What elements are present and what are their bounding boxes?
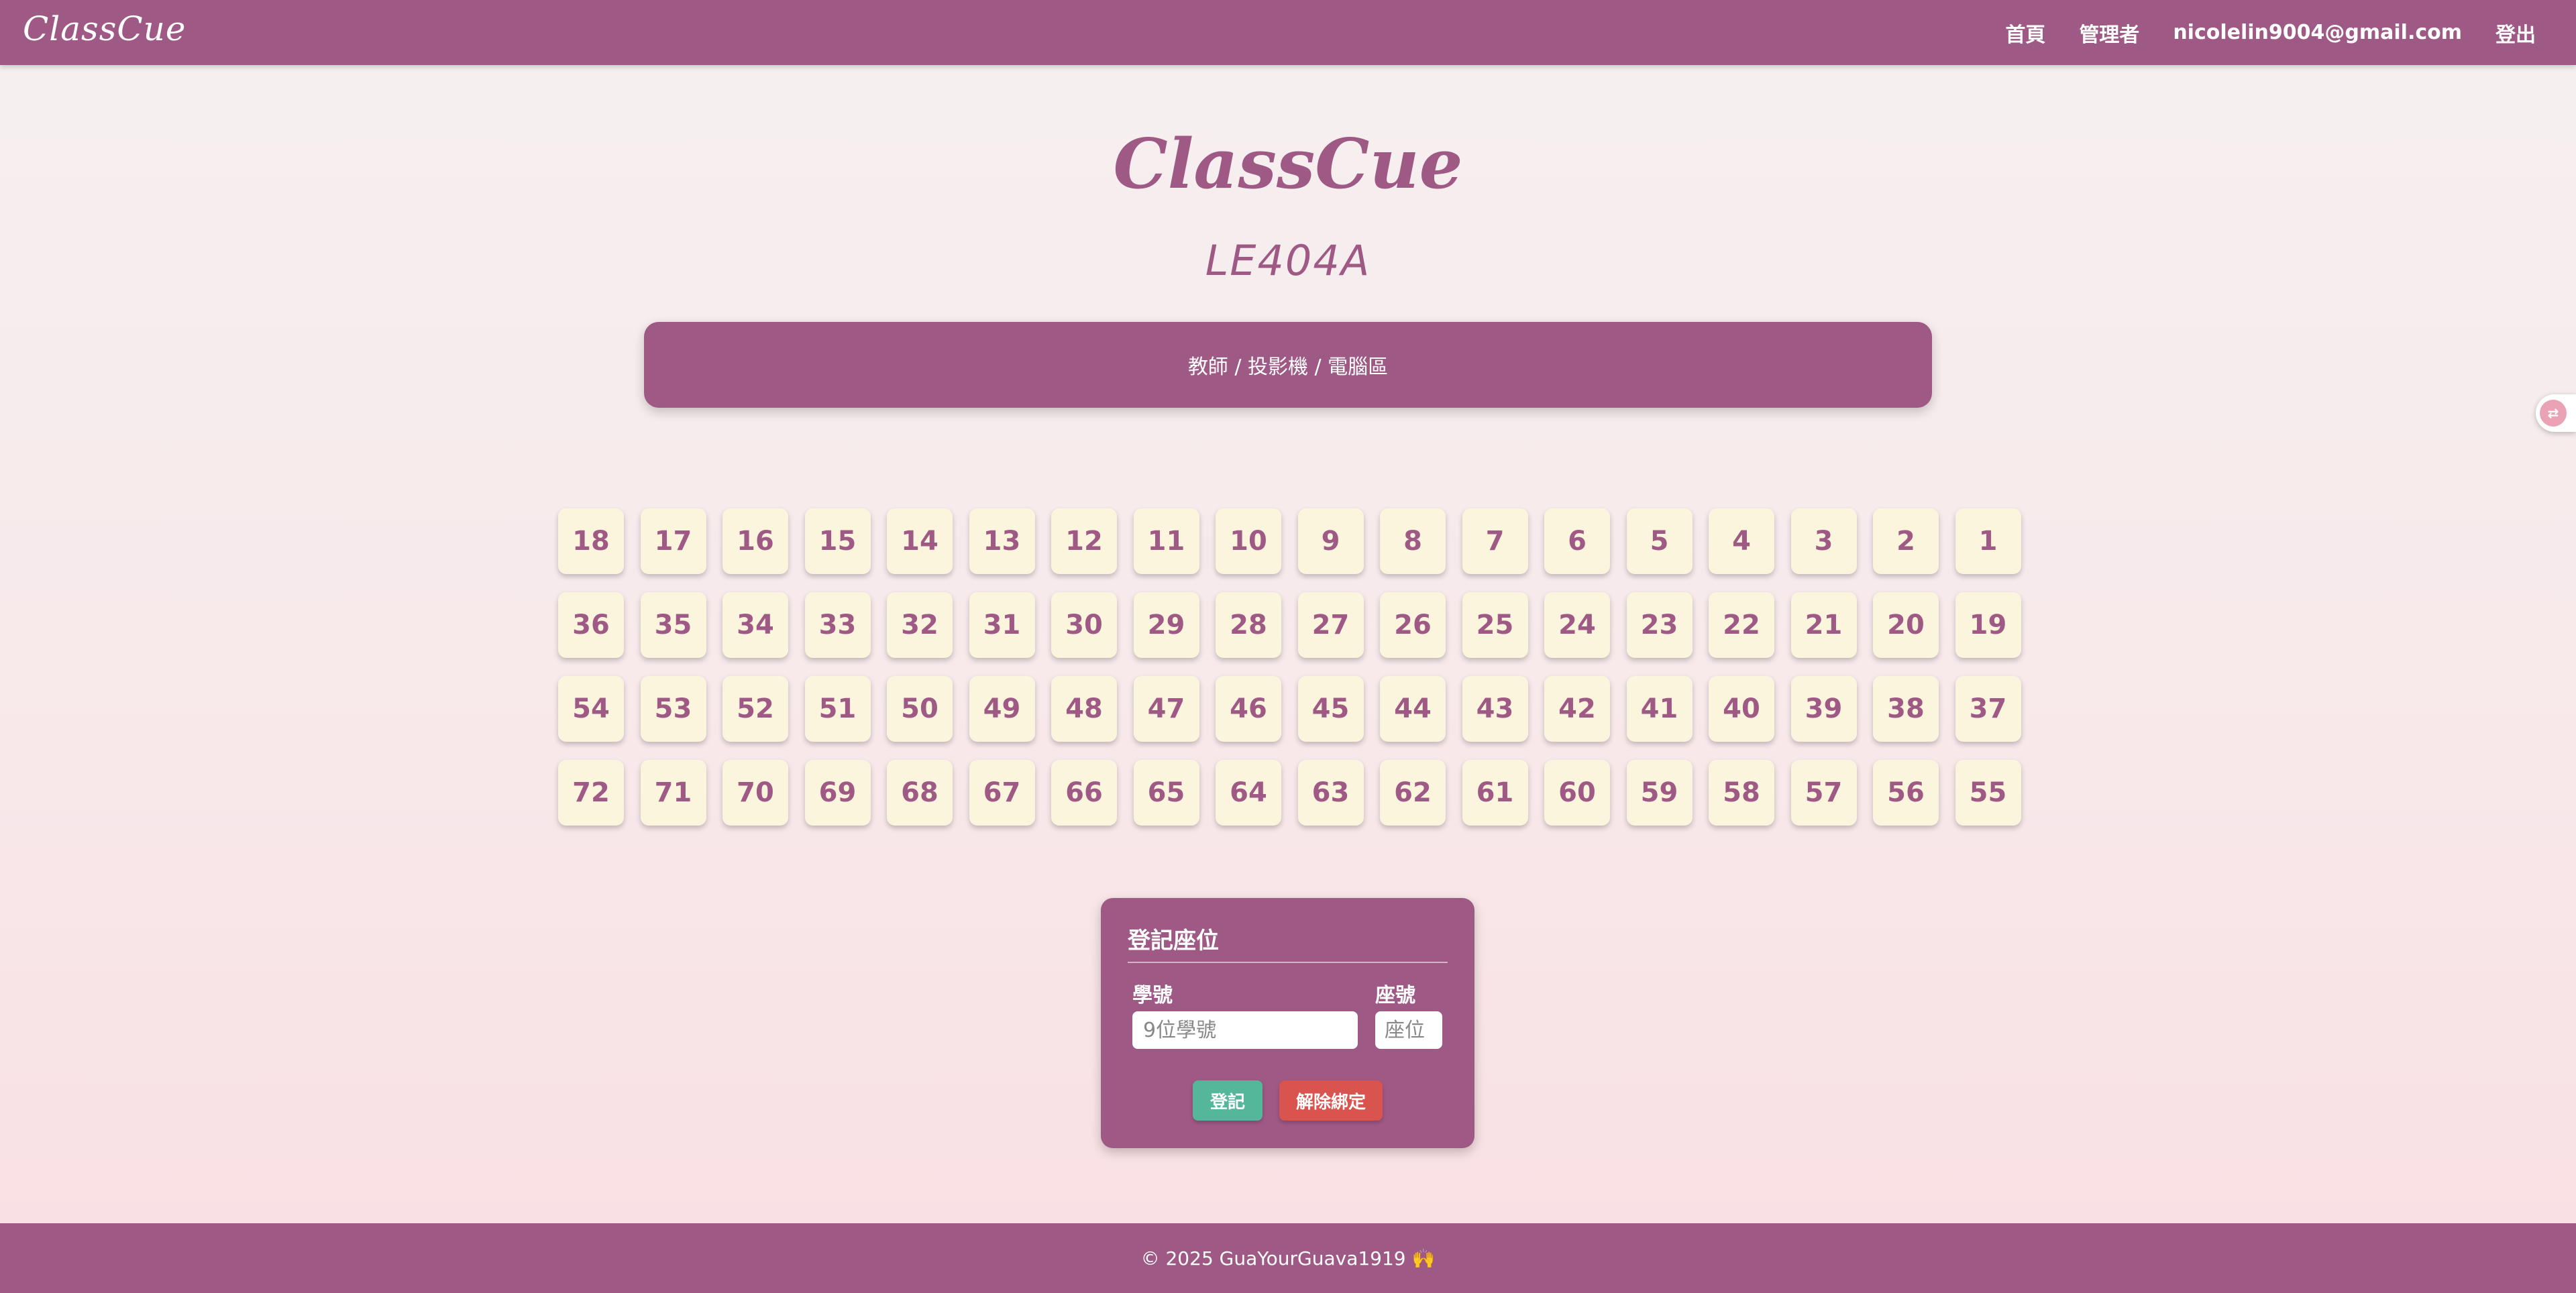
seat-49[interactable]: 49: [969, 676, 1035, 742]
nav-logout-link[interactable]: 登出: [2496, 18, 2536, 48]
seat-72[interactable]: 72: [558, 760, 624, 826]
seat-grid: 18 17 16 15 14 13 12 11 10 9 8 7 6 5 4 3 2 1 36 35 34 33 32 31 3…: [558, 508, 2021, 826]
seat-11[interactable]: 11: [1133, 508, 1199, 574]
seat-24[interactable]: 24: [1544, 592, 1610, 658]
seat-46[interactable]: 46: [1216, 676, 1281, 742]
seat-28[interactable]: 28: [1216, 592, 1281, 658]
seat-51[interactable]: 51: [804, 676, 871, 742]
seat-number-input[interactable]: [1375, 1011, 1442, 1049]
seat-33[interactable]: 33: [804, 592, 871, 658]
seat-57[interactable]: 57: [1790, 760, 1857, 826]
seat-5[interactable]: 5: [1626, 508, 1693, 574]
seat-21[interactable]: 21: [1790, 592, 1857, 658]
register-button[interactable]: 登記: [1193, 1080, 1263, 1121]
seat-29[interactable]: 29: [1133, 592, 1199, 658]
seat-1[interactable]: 1: [1955, 508, 2021, 574]
seat-44[interactable]: 44: [1380, 676, 1446, 742]
seat-10[interactable]: 10: [1216, 508, 1281, 574]
nav-links: 首頁 管理者 nicolelin9004@gmail.com 登出: [2005, 0, 2536, 65]
page-title: ClassCue: [1113, 124, 1463, 205]
seat-17[interactable]: 17: [640, 508, 706, 574]
seat-65[interactable]: 65: [1133, 760, 1199, 826]
seat-number-label: 座號: [1375, 984, 1415, 1007]
seat-67[interactable]: 67: [969, 760, 1035, 826]
student-id-input[interactable]: [1132, 1011, 1358, 1049]
seat-47[interactable]: 47: [1133, 676, 1199, 742]
seat-61[interactable]: 61: [1462, 760, 1528, 826]
seat-56[interactable]: 56: [1873, 760, 1939, 826]
seat-4[interactable]: 4: [1709, 508, 1774, 574]
student-id-label: 學號: [1132, 984, 1173, 1007]
seat-26[interactable]: 26: [1380, 592, 1446, 658]
seat-66[interactable]: 66: [1051, 760, 1117, 826]
seat-38[interactable]: 38: [1873, 676, 1939, 742]
seat-34[interactable]: 34: [722, 592, 788, 658]
seat-39[interactable]: 39: [1790, 676, 1857, 742]
seat-6[interactable]: 6: [1544, 508, 1610, 574]
top-navbar: ClassCue 首頁 管理者 nicolelin9004@gmail.com …: [0, 0, 2576, 65]
seat-40[interactable]: 40: [1709, 676, 1774, 742]
seat-63[interactable]: 63: [1297, 760, 1364, 826]
room-code: LE404A: [1205, 236, 1371, 285]
front-area-label: 教師 / 投影機 / 電腦區: [1187, 355, 1389, 379]
seat-37[interactable]: 37: [1955, 676, 2021, 742]
seat-12[interactable]: 12: [1051, 508, 1117, 574]
brand-logo[interactable]: ClassCue: [23, 9, 186, 48]
nav-home-link[interactable]: 首頁: [2005, 18, 2045, 48]
seat-55[interactable]: 55: [1955, 760, 2021, 826]
seat-20[interactable]: 20: [1873, 592, 1939, 658]
seat-2[interactable]: 2: [1873, 508, 1939, 574]
seat-13[interactable]: 13: [969, 508, 1035, 574]
seat-27[interactable]: 27: [1297, 592, 1364, 658]
seat-53[interactable]: 53: [640, 676, 706, 742]
seat-23[interactable]: 23: [1626, 592, 1693, 658]
footer-copyright: © 2025 GuaYourGuava1919 🙌: [1140, 1247, 1436, 1270]
seat-71[interactable]: 71: [640, 760, 706, 826]
seat-16[interactable]: 16: [722, 508, 788, 574]
seat-19[interactable]: 19: [1955, 592, 2021, 658]
seat-9[interactable]: 9: [1297, 508, 1364, 574]
seat-3[interactable]: 3: [1790, 508, 1857, 574]
seat-35[interactable]: 35: [640, 592, 706, 658]
seat-43[interactable]: 43: [1462, 676, 1528, 742]
seat-14[interactable]: 14: [887, 508, 953, 574]
seat-41[interactable]: 41: [1626, 676, 1693, 742]
seat-68[interactable]: 68: [887, 760, 953, 826]
seat-15[interactable]: 15: [804, 508, 871, 574]
seat-18[interactable]: 18: [558, 508, 624, 574]
seat-36[interactable]: 36: [558, 592, 624, 658]
translate-widget[interactable]: ⇄: [2536, 394, 2576, 432]
seat-58[interactable]: 58: [1709, 760, 1774, 826]
seat-32[interactable]: 32: [887, 592, 953, 658]
seat-70[interactable]: 70: [722, 760, 788, 826]
seat-64[interactable]: 64: [1216, 760, 1281, 826]
seat-25[interactable]: 25: [1462, 592, 1528, 658]
register-seat-panel: 登記座位 學號 座號 登記 解除綁定: [1101, 898, 1474, 1148]
seat-62[interactable]: 62: [1380, 760, 1446, 826]
classroom-front-bar: 教師 / 投影機 / 電腦區: [644, 322, 1932, 408]
seat-30[interactable]: 30: [1051, 592, 1117, 658]
nav-user-email-link[interactable]: nicolelin9004@gmail.com: [2173, 21, 2462, 44]
seat-59[interactable]: 59: [1626, 760, 1693, 826]
seat-54[interactable]: 54: [558, 676, 624, 742]
seat-7[interactable]: 7: [1462, 508, 1528, 574]
seat-60[interactable]: 60: [1544, 760, 1610, 826]
seat-31[interactable]: 31: [969, 592, 1035, 658]
page-footer: © 2025 GuaYourGuava1919 🙌: [0, 1223, 2576, 1293]
seat-45[interactable]: 45: [1297, 676, 1364, 742]
seat-22[interactable]: 22: [1709, 592, 1774, 658]
seat-69[interactable]: 69: [804, 760, 871, 826]
unbind-button[interactable]: 解除綁定: [1279, 1080, 1383, 1121]
seat-52[interactable]: 52: [722, 676, 788, 742]
seat-42[interactable]: 42: [1544, 676, 1610, 742]
seat-50[interactable]: 50: [887, 676, 953, 742]
seat-8[interactable]: 8: [1380, 508, 1446, 574]
nav-admin-link[interactable]: 管理者: [2079, 18, 2139, 48]
register-panel-title: 登記座位: [1128, 922, 1448, 963]
seat-48[interactable]: 48: [1051, 676, 1117, 742]
translate-icon[interactable]: ⇄: [2540, 400, 2567, 427]
